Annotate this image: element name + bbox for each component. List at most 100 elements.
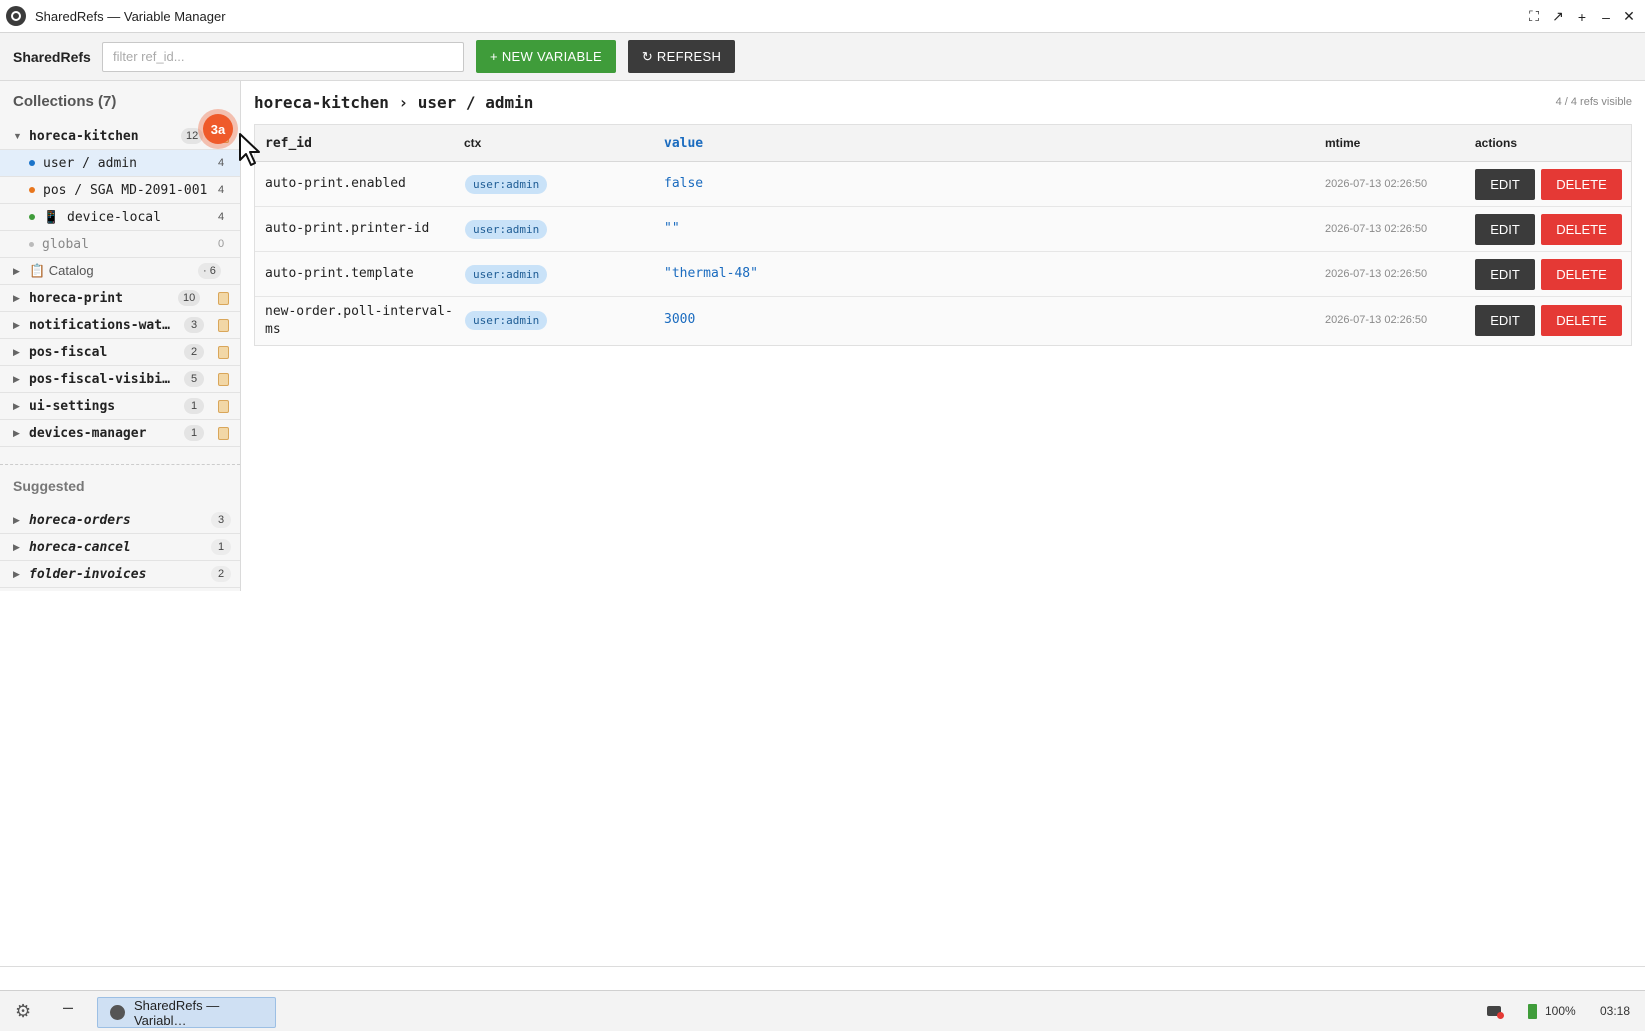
col-value[interactable]: value [664,136,703,151]
collection-pos-fiscal-visibility[interactable]: ▶ pos-fiscal-visibili… 5 [0,366,240,393]
filter-input[interactable] [102,41,464,72]
value-cell[interactable]: "thermal-48" [664,266,758,281]
minimize-all-icon[interactable]: – [63,997,73,1018]
suggested-name: folder-invoices [29,566,147,582]
context-label: global [42,236,89,252]
scroll-icon[interactable] [218,399,229,413]
context-global[interactable]: global 0 [0,231,240,258]
battery-icon[interactable] [1528,1004,1537,1019]
context-label: user / admin [43,155,137,171]
delete-button[interactable]: DELETE [1541,214,1622,245]
maximize-icon[interactable]: + [1570,0,1594,33]
battery-percent: 100% [1545,1004,1576,1018]
caret-right-icon[interactable]: ▶ [13,428,23,439]
catalog-item[interactable]: ▶ 📋 Catalog · 6 [0,258,240,285]
caret-right-icon[interactable]: ▶ [13,374,23,385]
new-variable-button[interactable]: + NEW VARIABLE [476,40,616,73]
context-user-admin[interactable]: user / admin 4 [0,150,240,177]
scroll-icon[interactable] [218,426,229,440]
col-ref-id[interactable]: ref_id [265,136,312,151]
refs-table: ref_id ctx value mtime actions auto-prin… [254,124,1632,346]
scroll-icon[interactable] [218,372,229,386]
collections-heading: Collections (7) [13,93,117,110]
scroll-icon[interactable] [218,345,229,359]
refresh-button[interactable]: ↻ REFRESH [628,40,735,73]
ctx-pill: user:admin [465,220,548,239]
restore-icon[interactable]: ↗ [1546,0,1570,33]
context-label: pos / SGA MD-2091-001 [43,182,208,198]
collection-ui-settings[interactable]: ▶ ui-settings 1 [0,393,240,420]
gear-icon[interactable]: ⚙ [15,1001,31,1022]
edit-button[interactable]: EDIT [1475,305,1535,336]
minimize-icon[interactable]: – [1594,0,1618,33]
caret-right-icon[interactable]: ▶ [13,569,23,580]
col-mtime[interactable]: mtime [1325,136,1360,150]
fullscreen-icon[interactable]: ⛶ [1522,0,1546,33]
taskbar-window-button[interactable]: SharedRefs — Variabl… [97,997,276,1028]
catalog-label: 📋 Catalog [29,263,94,278]
edit-button[interactable]: EDIT [1475,214,1535,245]
window-title: SharedRefs — Variable Manager [35,8,226,24]
col-actions: actions [1475,136,1518,150]
dot-icon [29,214,35,220]
collection-devices-manager[interactable]: ▶ devices-manager 1 [0,420,240,447]
suggested-folder-invoices[interactable]: ▶ folder-invoices 2 [0,561,240,588]
collection-name: notifications-watch… [29,317,174,333]
sidebar-divider [0,464,240,465]
count-badge: 3 [211,512,231,528]
edit-button[interactable]: EDIT [1475,169,1535,200]
value-cell[interactable]: 3000 [664,312,695,327]
context-label: 📱 device-local [43,209,161,225]
caret-right-icon[interactable]: ▶ [13,320,23,331]
step-marker: 3a [203,114,233,144]
window-titlebar: SharedRefs — Variable Manager ⛶ ↗ + – ✕ [0,0,1645,33]
dot-icon [29,160,35,166]
caret-right-icon[interactable]: ▶ [13,542,23,553]
delete-button[interactable]: DELETE [1541,169,1622,200]
ctx-pill: user:admin [465,311,548,330]
table-row: auto-print.printer-id user:admin "" 2026… [255,207,1631,252]
caret-right-icon[interactable]: ▶ [13,347,23,358]
context-device-local[interactable]: 📱 device-local 4 [0,204,240,231]
delete-button[interactable]: DELETE [1541,305,1622,336]
breadcrumb: horeca-kitchen › user / admin [254,93,534,112]
mtime-cell: 2026-07-13 02:26:50 [1325,314,1428,326]
delete-button[interactable]: DELETE [1541,259,1622,290]
caret-down-icon[interactable]: ▼ [13,131,23,141]
edit-button[interactable]: EDIT [1475,259,1535,290]
suggested-name: horeca-cancel [29,539,131,555]
count-badge: 1 [211,539,231,555]
network-disconnected-icon[interactable] [1487,1006,1504,1019]
suggested-horeca-orders[interactable]: ▶ horeca-orders 3 [0,507,240,534]
collection-name: pos-fiscal [29,344,108,360]
clock[interactable]: 03:18 [1600,1004,1630,1018]
caret-right-icon[interactable]: ▶ [13,515,23,526]
suggested-horeca-cancel[interactable]: ▶ horeca-cancel 1 [0,534,240,561]
mtime-cell: 2026-07-13 02:26:50 [1325,178,1428,190]
count-badge: 2 [184,344,204,360]
caret-right-icon[interactable]: ▶ [13,293,23,304]
count-badge: 1 [184,425,204,441]
count-badge: 4 [217,157,225,169]
scroll-icon[interactable] [218,291,229,305]
context-pos[interactable]: pos / SGA MD-2091-001 4 [0,177,240,204]
collection-pos-fiscal[interactable]: ▶ pos-fiscal 2 [0,339,240,366]
mtime-cell: 2026-07-13 02:26:50 [1325,223,1428,235]
toolbar: SharedRefs + NEW VARIABLE ↻ REFRESH [0,33,1645,81]
caret-right-icon[interactable]: ▶ [13,401,23,412]
count-badge: 10 [178,290,201,306]
ctx-pill: user:admin [465,265,548,284]
col-ctx[interactable]: ctx [464,136,481,150]
value-cell[interactable]: false [664,176,703,191]
caret-right-icon[interactable]: ▶ [13,266,23,277]
value-cell[interactable]: "" [664,221,680,236]
ref-id-line: new-order.poll-interval- [265,304,453,319]
collection-name: horeca-print [29,290,123,306]
close-icon[interactable]: ✕ [1617,0,1641,33]
scroll-icon[interactable] [218,318,229,332]
collection-name: devices-manager [29,425,147,441]
table-row: new-order.poll-interval-ms user:admin 30… [255,297,1631,345]
collection-notifications-watch[interactable]: ▶ notifications-watch… 3 [0,312,240,339]
collection-name: horeca-kitchen [29,128,139,144]
collection-horeca-print[interactable]: ▶ horeca-print 10 [0,285,240,312]
